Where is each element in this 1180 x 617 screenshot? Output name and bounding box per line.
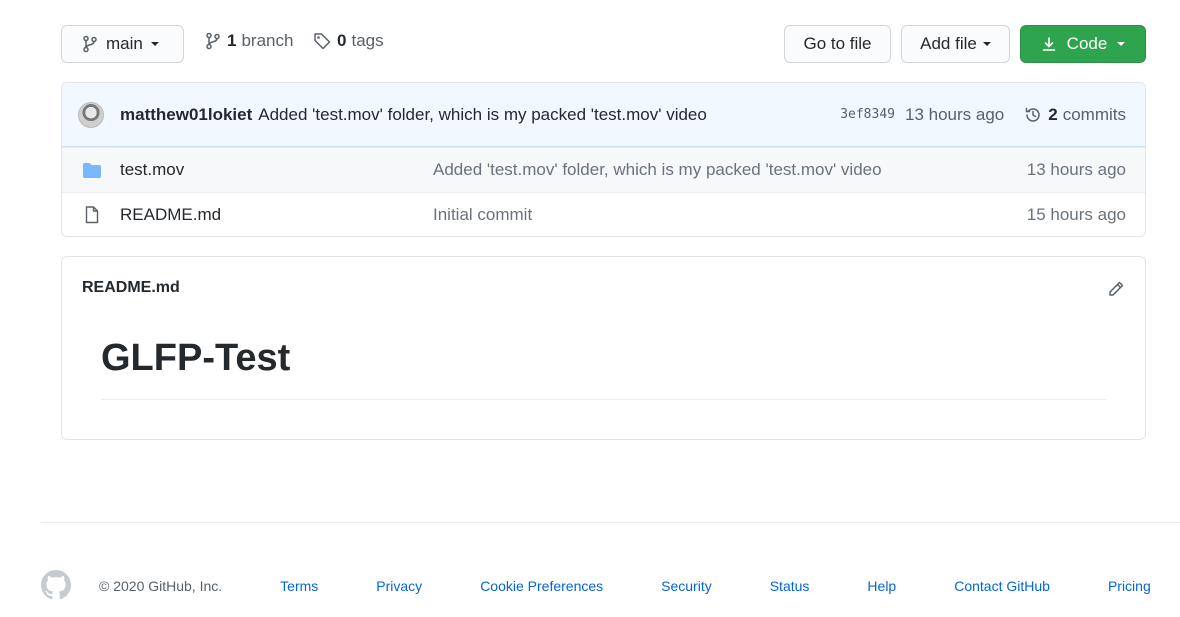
readme-heading: GLFP-Test [101, 337, 291, 379]
tag-word: tags [351, 31, 384, 50]
footer-link-cookie-preferences[interactable]: Cookie Preferences [480, 578, 603, 594]
commit-author[interactable]: matthew01lokiet [120, 105, 252, 125]
file-commit-message[interactable]: Initial commit [433, 205, 1027, 225]
footer-link-contact-github[interactable]: Contact GitHub [954, 578, 1050, 594]
commit-time: 13 hours ago [905, 104, 1005, 124]
avatar[interactable] [78, 101, 104, 128]
file-age: 15 hours ago [1026, 205, 1126, 224]
tags-link[interactable]: 0 tags [313, 31, 384, 51]
branch-select-button[interactable]: main [61, 25, 184, 63]
github-logo-icon[interactable] [41, 569, 71, 603]
footer: © 2020 GitHub, Inc. Terms Privacy Cookie… [41, 569, 1180, 603]
file-list: matthew01lokiet Added 'test.mov' folder,… [61, 82, 1146, 237]
heading-divider [101, 399, 1106, 400]
git-branch-icon [206, 32, 220, 50]
commit-message[interactable]: Added 'test.mov' folder, which is my pac… [258, 105, 707, 125]
footer-link-status[interactable]: Status [770, 578, 810, 594]
chevron-down-icon [982, 42, 991, 46]
footer-link-pricing[interactable]: Pricing [1108, 578, 1151, 594]
footer-divider [41, 522, 1180, 523]
footer-link-terms[interactable]: Terms [280, 578, 318, 594]
go-to-file-button[interactable]: Go to file [784, 25, 891, 63]
add-file-label: Add file [920, 34, 977, 53]
code-button[interactable]: Code [1020, 25, 1146, 63]
git-branch-icon [83, 35, 97, 53]
code-label: Code [1066, 34, 1108, 53]
branch-word: branch [241, 31, 294, 50]
file-name[interactable]: test.mov [120, 160, 433, 180]
footer-link-security[interactable]: Security [661, 578, 712, 594]
go-to-file-label: Go to file [803, 34, 872, 53]
footer-link-help[interactable]: Help [867, 578, 896, 594]
branches-link[interactable]: 1 branch [205, 31, 293, 51]
readme-panel: README.md GLFP-Test [61, 256, 1146, 440]
latest-commit-bar: matthew01lokiet Added 'test.mov' folder,… [62, 83, 1145, 147]
commit-word: commits [1062, 104, 1126, 124]
pencil-icon[interactable] [1107, 280, 1125, 303]
copyright-text: © 2020 GitHub, Inc. [99, 578, 223, 594]
branch-name: main [106, 34, 143, 53]
file-name[interactable]: README.md [120, 205, 433, 225]
file-age: 13 hours ago [1026, 160, 1126, 179]
tag-icon [314, 33, 331, 50]
chevron-down-icon [1117, 42, 1126, 46]
file-row: README.md Initial commit 15 hours ago [62, 192, 1145, 236]
footer-link-privacy[interactable]: Privacy [376, 578, 422, 594]
download-icon [1042, 37, 1055, 51]
history-icon [1026, 107, 1040, 122]
commits-history-link[interactable]: 2 commits [1024, 105, 1126, 125]
file-commit-message[interactable]: Added 'test.mov' folder, which is my pac… [433, 160, 1027, 180]
file-row: test.mov Added 'test.mov' folder, which … [62, 147, 1145, 192]
add-file-button[interactable]: Add file [901, 25, 1010, 63]
file-icon [82, 206, 102, 224]
folder-icon [82, 162, 102, 179]
chevron-down-icon [150, 42, 159, 46]
readme-title: README.md [82, 279, 180, 296]
commit-sha[interactable]: 3ef8349 [840, 107, 895, 122]
tag-count: 0 [337, 31, 347, 50]
branch-count: 1 [227, 31, 237, 50]
commit-count: 2 [1048, 104, 1058, 124]
